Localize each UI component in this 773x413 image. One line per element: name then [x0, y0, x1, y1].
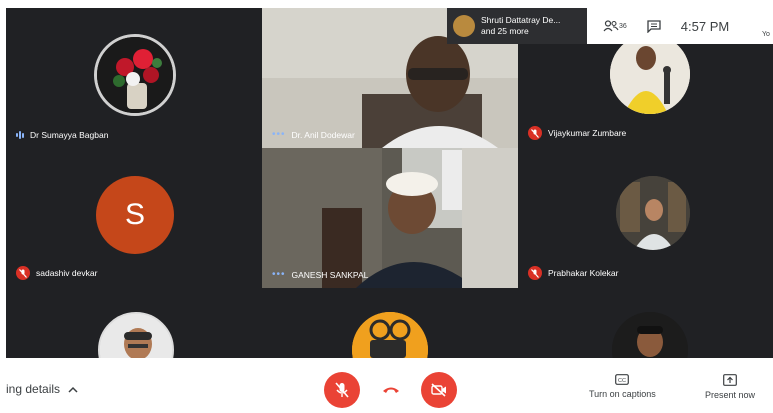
- mic-off-icon: [528, 126, 542, 140]
- participant-tile[interactable]: [6, 288, 262, 358]
- speaking-indicator-icon: [16, 130, 24, 140]
- participant-tile[interactable]: [262, 288, 518, 358]
- camera-off-icon: [431, 383, 446, 397]
- svg-text:CC: CC: [618, 378, 626, 384]
- notification-line-1: Shruti Dattatray De...: [481, 15, 561, 25]
- present-now-label: Present now: [705, 390, 756, 400]
- participant-name-row: ••• Dr. Anil Dodewar: [272, 129, 355, 140]
- join-notification[interactable]: Shruti Dattatray De... and 25 more: [447, 8, 587, 44]
- mic-off-icon: [528, 266, 542, 280]
- participant-name: GANESH SANKPAL: [291, 269, 369, 280]
- audio-activity-icon: •••: [272, 269, 286, 280]
- avatar: S: [96, 176, 174, 254]
- participant-name: Prabhakar Kolekar: [548, 268, 619, 278]
- people-count: 36: [619, 22, 627, 30]
- participant-name: Dr. Anil Dodewar: [291, 129, 355, 140]
- portrait-image: [610, 34, 690, 114]
- captions-icon: CC: [615, 374, 630, 385]
- top-bar: Shruti Dattatray De... and 25 more 36 4:…: [447, 8, 773, 44]
- notification-line-2: and 25 more: [481, 26, 529, 36]
- captions-button[interactable]: CC Turn on captions: [589, 374, 656, 399]
- header-info: 36 4:57 PM: [587, 8, 773, 44]
- mic-off-icon: [335, 382, 349, 398]
- participant-tile[interactable]: S sadashiv devkar: [6, 148, 262, 288]
- participant-name: Vijaykumar Zumbare: [548, 128, 627, 138]
- avatar: [612, 312, 688, 358]
- participant-name-row: sadashiv devkar: [16, 266, 97, 280]
- participant-name-row: Dr Sumayya Bagban: [16, 130, 108, 140]
- portrait-image: [100, 314, 172, 358]
- meeting-details-label: ing details: [6, 382, 61, 396]
- leave-call-button[interactable]: [373, 372, 409, 408]
- people-button[interactable]: 36: [603, 20, 627, 32]
- avatar: [453, 15, 475, 37]
- chevron-up-icon: [68, 386, 78, 393]
- participant-name-row: Vijaykumar Zumbare: [528, 126, 626, 140]
- audio-activity-icon: •••: [272, 129, 286, 140]
- portrait-image: [616, 176, 690, 250]
- flower-bouquet-image: [97, 37, 173, 113]
- camera-toggle-button[interactable]: [421, 372, 457, 408]
- chat-icon: [647, 19, 661, 33]
- cut-off-text: Yo: [762, 31, 770, 38]
- participant-name: sadashiv devkar: [36, 268, 98, 278]
- portrait-image: [612, 312, 688, 358]
- clock-time: 4:57 PM: [680, 18, 730, 34]
- avatar: [98, 312, 174, 358]
- notification-text: Shruti Dattatray De... and 25 more: [481, 15, 560, 37]
- avatar-initial: S: [124, 198, 145, 231]
- participant-name-row: ••• GANESH SANKPAL: [272, 269, 368, 280]
- video-grid: Dr Sumayya Bagban S sadashiv devkar ••• …: [6, 8, 773, 358]
- control-bar: ing details CC Turn on captions Present …: [0, 358, 773, 413]
- participant-video: [262, 148, 518, 288]
- participant-name: Dr Sumayya Bagban: [30, 130, 109, 140]
- hang-up-icon: [383, 387, 399, 393]
- captions-label: Turn on captions: [589, 389, 656, 399]
- film-projector-image: [352, 312, 428, 358]
- participant-tile[interactable]: Dr Sumayya Bagban: [6, 8, 262, 148]
- mic-toggle-button[interactable]: [324, 372, 360, 408]
- participant-tile[interactable]: [518, 288, 773, 358]
- participant-tile[interactable]: ••• GANESH SANKPAL: [262, 148, 518, 288]
- present-now-button[interactable]: Present now: [705, 374, 755, 400]
- mic-off-icon: [16, 266, 30, 280]
- meeting-details-button[interactable]: ing details: [6, 382, 78, 396]
- avatar: [610, 34, 690, 114]
- participant-tile[interactable]: Prabhakar Kolekar: [518, 148, 773, 288]
- avatar: [94, 34, 176, 116]
- meet-window: Dr Sumayya Bagban S sadashiv devkar ••• …: [0, 0, 773, 413]
- chat-button[interactable]: [647, 19, 661, 33]
- avatar: [616, 176, 690, 250]
- participant-name-row: Prabhakar Kolekar: [528, 266, 618, 280]
- avatar: [352, 312, 428, 358]
- present-screen-icon: [723, 374, 737, 386]
- people-icon: [603, 20, 619, 32]
